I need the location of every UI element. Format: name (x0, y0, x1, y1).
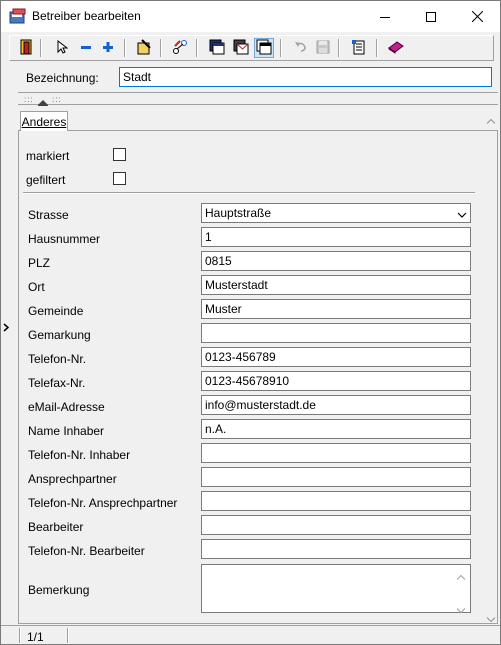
strasse-value: Hauptstraße (205, 206, 272, 220)
tel-ansprechpartner-label: Telefon-Nr. Ansprechpartner (28, 496, 178, 510)
scroll-up-icon[interactable] (486, 113, 496, 127)
window-button[interactable] (207, 38, 227, 58)
edit-button[interactable] (134, 38, 154, 58)
save-icon (316, 40, 330, 57)
gefiltert-label: gefiltert (26, 173, 66, 187)
inhaber-label: Name Inhaber (28, 424, 105, 438)
link-icon (172, 39, 188, 58)
ansprechpartner-input[interactable] (201, 467, 471, 487)
help-book-button[interactable] (386, 38, 406, 58)
status-separator (67, 628, 69, 643)
maximize-button[interactable] (408, 1, 454, 32)
copy-window-icon (256, 39, 272, 58)
tel-ansprechpartner-input[interactable] (201, 491, 471, 511)
collapse-arrow-icon[interactable] (38, 95, 48, 109)
status-bar: 1/1 (1, 625, 500, 644)
mail-window-button[interactable] (231, 38, 251, 58)
minimize-button[interactable] (362, 1, 408, 32)
report-icon (351, 39, 367, 58)
bezeichnung-input[interactable]: Stadt (119, 67, 492, 87)
save-button[interactable] (313, 38, 333, 58)
telefax-label: Telefax-Nr. (28, 376, 86, 390)
grip-right: ::: (52, 95, 62, 104)
tab-label: Anderes (21, 115, 67, 129)
tel-bearbeiter-label: Telefon-Nr. Bearbeiter (28, 544, 145, 558)
hausnummer-input[interactable]: 1 (201, 227, 471, 247)
markiert-checkbox[interactable] (113, 148, 126, 161)
bezeichnung-label: Bezeichnung: (26, 71, 99, 85)
gemarkung-input[interactable] (201, 323, 471, 343)
minus-icon (80, 41, 92, 56)
title-bar[interactable]: Betreiber bearbeiten (1, 1, 500, 32)
window-icon (209, 39, 225, 58)
add-button[interactable] (98, 38, 118, 58)
app-icon (9, 8, 27, 24)
gefiltert-checkbox[interactable] (113, 172, 126, 185)
markiert-label: markiert (26, 149, 70, 163)
undo-button[interactable] (291, 38, 311, 58)
toolbar-separator (376, 39, 378, 57)
tab-anderes[interactable]: Anderes (20, 111, 68, 131)
strasse-combobox[interactable]: Hauptstraße (201, 203, 471, 223)
gemeinde-input[interactable]: Muster (201, 299, 471, 319)
email-input[interactable]: info@musterstadt.de (201, 395, 471, 415)
splitter-bar[interactable]: ::: ::: (18, 92, 498, 106)
pointer-icon (56, 39, 69, 57)
hausnummer-label: Hausnummer (28, 232, 101, 246)
bearbeiter-label: Bearbeiter (28, 520, 84, 534)
chevron-down-icon[interactable] (457, 208, 467, 222)
link-button[interactable] (170, 38, 190, 58)
bemerkung-textarea[interactable] (201, 564, 471, 614)
expand-left-icon[interactable] (3, 323, 10, 335)
window: Betreiber bearbeiten Bezeichnung: Stadt … (0, 0, 501, 645)
ansprechpartner-label: Ansprechpartner (28, 472, 117, 486)
toolbar-separator (124, 39, 126, 57)
toolbar-separator (338, 39, 340, 57)
tel-bearbeiter-input[interactable] (201, 539, 471, 559)
edit-icon (136, 38, 152, 58)
record-counter: 1/1 (27, 630, 44, 644)
plz-input[interactable]: 0815 (201, 251, 471, 271)
grip-left: ::: (24, 95, 34, 104)
toolbar (9, 35, 494, 61)
scroll-up-icon[interactable] (456, 569, 466, 583)
divider (23, 192, 475, 194)
plz-label: PLZ (28, 256, 51, 270)
close-button[interactable] (454, 1, 500, 32)
bemerkung-scrollbar[interactable] (454, 566, 469, 614)
remove-button[interactable] (76, 38, 96, 58)
tel-inhaber-label: Telefon-Nr. Inhaber (28, 448, 131, 462)
gemarkung-label: Gemarkung (28, 328, 91, 342)
exit-icon (19, 39, 33, 58)
strasse-label: Strasse (28, 208, 69, 222)
scroll-down-icon[interactable] (456, 602, 466, 616)
tel-inhaber-input[interactable] (201, 443, 471, 463)
gemeinde-label: Gemeinde (28, 304, 84, 318)
undo-icon (294, 41, 308, 56)
email-label: eMail-Adresse (28, 400, 105, 414)
bearbeiter-input[interactable] (201, 515, 471, 535)
ort-input[interactable]: Musterstadt (201, 275, 471, 295)
telefon-input[interactable]: 0123-456789 (201, 347, 471, 367)
bemerkung-label: Bemerkung (28, 583, 90, 597)
ort-label: Ort (28, 280, 45, 294)
toolbar-separator (40, 39, 42, 57)
window-title: Betreiber bearbeiten (32, 9, 141, 23)
plus-icon (102, 41, 114, 56)
copy-window-button[interactable] (254, 38, 274, 58)
toolbar-separator (196, 39, 198, 57)
report-button[interactable] (349, 38, 369, 58)
inhaber-input[interactable]: n.A. (201, 419, 471, 439)
status-separator (19, 628, 21, 643)
vertical-scrollbar[interactable] (483, 111, 499, 623)
telefon-label: Telefon-Nr. (28, 352, 87, 366)
mail-window-icon (233, 39, 249, 58)
toolbar-separator (160, 39, 162, 57)
exit-button[interactable] (16, 38, 36, 58)
telefax-input[interactable]: 0123-45678910 (201, 371, 471, 391)
book-icon (388, 40, 404, 57)
scroll-down-icon[interactable] (486, 611, 496, 625)
toolbar-separator (280, 39, 282, 57)
select-button[interactable] (52, 38, 72, 58)
